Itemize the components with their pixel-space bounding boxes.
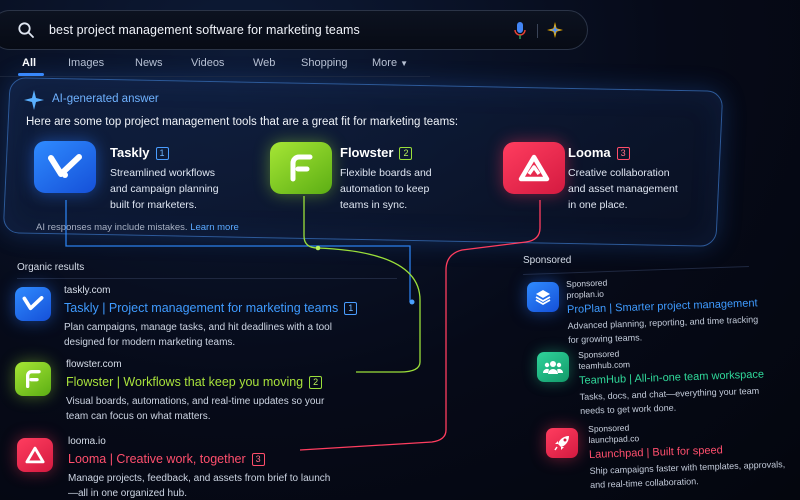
result-url[interactable]: taskly.com [64, 285, 357, 296]
sponsored-ad-proplan[interactable]: Sponsored proplan.io ProPlan | Smarter p… [566, 272, 759, 347]
result-snippet-line: —all in one organized hub. [68, 488, 187, 499]
result-title-link[interactable]: Flowster | Workflows that keep you movin… [66, 375, 303, 389]
result-snippet-line: Visual boards, automations, and real-tim… [66, 396, 325, 407]
result-snippet-line: Manage projects, feedback, and assets fr… [68, 473, 331, 484]
result-title-link[interactable]: Taskly | Project management for marketin… [64, 301, 338, 315]
people-icon[interactable] [537, 352, 569, 382]
result-snippet-line: team can focus on what matters. [66, 411, 211, 422]
sponsored-label: Sponsored [523, 255, 572, 266]
sponsored-ad-teamhub[interactable]: Sponsored teamhub.com TeamHub | All-in-o… [578, 344, 765, 418]
taskly-logo-icon[interactable] [15, 287, 51, 321]
layers-icon[interactable] [527, 282, 559, 312]
citation-badge[interactable]: 3 [251, 453, 265, 466]
flowster-logo-icon[interactable] [15, 362, 51, 396]
citation-badge[interactable]: 2 [309, 376, 323, 389]
rocket-icon[interactable] [546, 428, 578, 458]
organic-result-looma[interactable]: looma.io Looma | Creative work, together… [68, 436, 330, 500]
citation-badge[interactable]: 1 [344, 302, 358, 315]
organic-results-label: Organic results [17, 262, 85, 273]
organic-result-taskly[interactable]: taskly.com Taskly | Project management f… [64, 285, 358, 350]
sponsored-ad-launchpad[interactable]: Sponsored launchpad.co Launchpad | Built… [588, 417, 786, 492]
looma-logo-icon[interactable] [17, 438, 53, 472]
result-url[interactable]: flowster.com [66, 359, 324, 370]
result-snippet-line: designed for modern marketing teams. [64, 337, 236, 348]
result-snippet-line: Plan campaigns, manage tasks, and hit de… [64, 322, 332, 333]
organic-result-flowster[interactable]: flowster.com Flowster | Workflows that k… [66, 359, 324, 424]
result-url[interactable]: looma.io [68, 436, 330, 447]
result-title-link[interactable]: Looma | Creative work, together [68, 452, 246, 466]
organic-divider [17, 278, 397, 279]
